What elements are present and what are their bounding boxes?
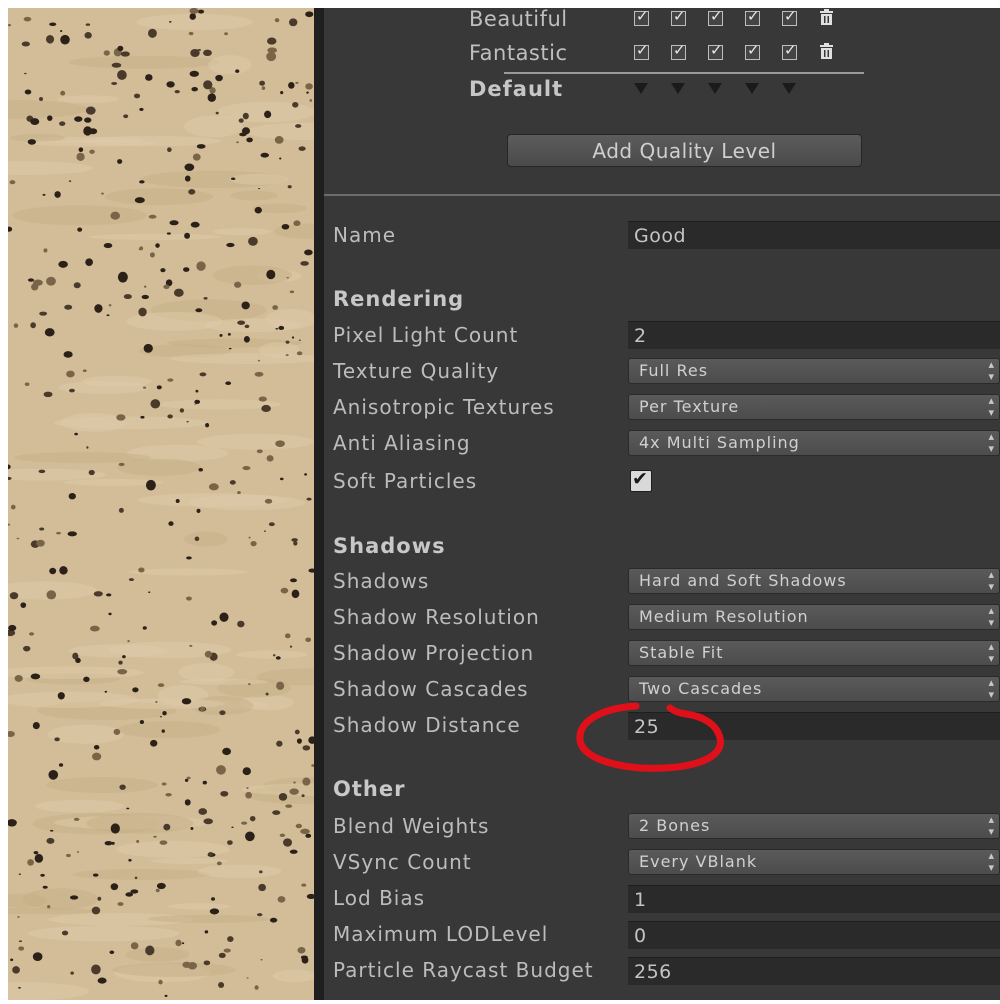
platform-checkbox[interactable] (671, 42, 686, 60)
soft-particles-checkbox[interactable] (630, 468, 652, 492)
quality-row-fantastic: Fantastic (324, 38, 1000, 68)
quality-row-default: Default (324, 74, 1000, 104)
red-annotation-circle (576, 702, 724, 772)
rendering-header: Rendering (333, 287, 465, 311)
shadow-projection-dropdown[interactable]: Stable Fit ▴ ▾ (628, 640, 1000, 666)
max-lod-level-label: Maximum LODLevel (333, 922, 549, 946)
texture-quality-dropdown[interactable]: Full Res ▴ ▾ (628, 358, 1000, 384)
shadow-distance-label: Shadow Distance (333, 713, 521, 737)
lod-bias-label: Lod Bias (333, 886, 426, 910)
updown-arrows-icon: ▴ ▾ (988, 394, 995, 419)
blend-weights-label: Blend Weights (333, 814, 490, 838)
default-dropdown-arrow-icon[interactable] (708, 83, 722, 94)
default-label: Default (469, 77, 564, 101)
blend-weights-dropdown[interactable]: 2 Bones ▴ ▾ (628, 813, 1000, 839)
particle-raycast-budget-label: Particle Raycast Budget (333, 958, 594, 982)
quality-settings-inspector: Beautiful Fantastic Default Add Quality … (324, 8, 1000, 1000)
anti-aliasing-dropdown[interactable]: 4x Multi Sampling ▴ ▾ (628, 430, 1000, 456)
section-separator (324, 194, 1000, 196)
dropdown-value: Per Texture (639, 397, 740, 416)
platform-checkbox[interactable] (782, 42, 797, 60)
dropdown-value: 2 Bones (639, 816, 711, 835)
soft-particles-label: Soft Particles (333, 469, 478, 493)
shadow-cascades-label: Shadow Cascades (333, 677, 529, 701)
platform-checkbox[interactable] (671, 8, 686, 26)
default-dropdown-arrow-icon[interactable] (782, 83, 796, 94)
updown-arrows-icon: ▴ ▾ (988, 358, 995, 383)
dropdown-value: Medium Resolution (639, 607, 809, 626)
anti-aliasing-label: Anti Aliasing (333, 431, 471, 455)
terrain-texture-preview (8, 8, 314, 1000)
texture-quality-label: Texture Quality (333, 359, 500, 383)
shadow-projection-label: Shadow Projection (333, 641, 535, 665)
platform-checkbox[interactable] (782, 8, 797, 26)
dropdown-value: Full Res (639, 361, 709, 380)
shadows-label: Shadows (333, 569, 430, 593)
platform-checkbox[interactable] (745, 8, 760, 26)
quality-level-label: Fantastic (469, 41, 568, 65)
platform-checkbox[interactable] (634, 42, 649, 60)
updown-arrows-icon: ▴ ▾ (988, 676, 995, 701)
platform-checkbox[interactable] (708, 42, 723, 60)
pixel-light-count-label: Pixel Light Count (333, 323, 519, 347)
vsync-count-dropdown[interactable]: Every VBlank ▴ ▾ (628, 849, 1000, 875)
trash-icon[interactable] (818, 43, 835, 60)
updown-arrows-icon: ▴ ▾ (988, 430, 995, 455)
default-dropdown-arrow-icon[interactable] (671, 83, 685, 94)
name-field[interactable]: Good (628, 221, 1000, 249)
panel-divider (314, 8, 324, 1000)
particle-raycast-budget-field[interactable]: 256 (628, 957, 1000, 985)
anisotropic-textures-label: Anisotropic Textures (333, 395, 555, 419)
default-dropdown-arrow-icon[interactable] (745, 83, 759, 94)
dropdown-value: Two Cascades (639, 679, 763, 698)
name-label: Name (333, 223, 397, 247)
max-lod-level-field[interactable]: 0 (628, 921, 1000, 949)
updown-arrows-icon: ▴ ▾ (988, 568, 995, 593)
anisotropic-textures-dropdown[interactable]: Per Texture ▴ ▾ (628, 394, 1000, 420)
default-dropdown-arrow-icon[interactable] (634, 83, 648, 94)
updown-arrows-icon: ▴ ▾ (988, 640, 995, 665)
updown-arrows-icon: ▴ ▾ (988, 604, 995, 629)
sand-texture-image (8, 8, 314, 1000)
dropdown-value: 4x Multi Sampling (639, 433, 800, 452)
dropdown-value: Every VBlank (639, 852, 758, 871)
shadows-header: Shadows (333, 534, 446, 558)
pixel-light-count-field[interactable]: 2 (628, 321, 1000, 349)
updown-arrows-icon: ▴ ▾ (988, 813, 995, 838)
vsync-count-label: VSync Count (333, 850, 472, 874)
quality-level-label: Beautiful (469, 8, 568, 31)
dropdown-value: Stable Fit (639, 643, 724, 662)
platform-checkbox[interactable] (745, 42, 760, 60)
platform-checkbox[interactable] (634, 8, 649, 26)
updown-arrows-icon: ▴ ▾ (988, 849, 995, 874)
platform-checkbox[interactable] (708, 8, 723, 26)
shadow-resolution-dropdown[interactable]: Medium Resolution ▴ ▾ (628, 604, 1000, 630)
quality-row-beautiful: Beautiful (324, 8, 1000, 34)
shadow-resolution-label: Shadow Resolution (333, 605, 540, 629)
trash-icon[interactable] (818, 9, 835, 26)
other-header: Other (333, 777, 406, 801)
lod-bias-field[interactable]: 1 (628, 885, 1000, 913)
shadows-dropdown[interactable]: Hard and Soft Shadows ▴ ▾ (628, 568, 1000, 594)
add-quality-level-button[interactable]: Add Quality Level (507, 134, 862, 167)
dropdown-value: Hard and Soft Shadows (639, 571, 847, 590)
